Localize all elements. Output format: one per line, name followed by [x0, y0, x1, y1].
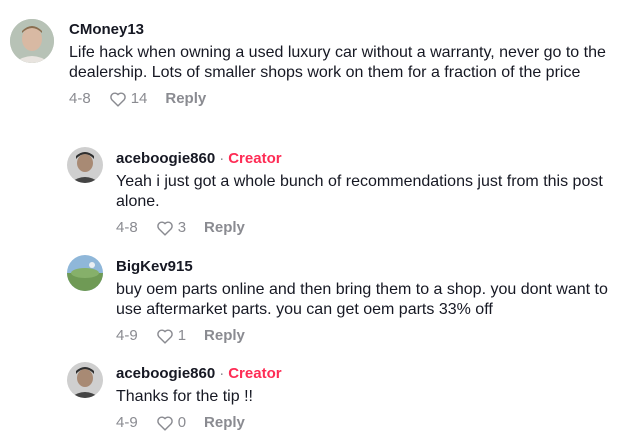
comment-meta: 4-9 0 Reply — [116, 414, 611, 431]
reply-button[interactable]: Reply — [165, 90, 206, 107]
creator-badge: Creator — [228, 365, 282, 382]
avatar[interactable] — [67, 362, 103, 398]
comment-date: 4-8 — [69, 90, 91, 107]
comment-username[interactable]: BigKev915 — [116, 258, 193, 275]
creator-badge: Creator — [228, 150, 282, 167]
like-button[interactable]: 3 — [156, 219, 186, 236]
comment-text: Thanks for the tip !! — [116, 388, 253, 405]
reply-button[interactable]: Reply — [204, 414, 245, 431]
like-button[interactable]: 14 — [109, 90, 148, 107]
avatar[interactable] — [67, 147, 103, 183]
avatar[interactable] — [10, 19, 54, 63]
heart-outline-icon — [109, 91, 126, 107]
like-button[interactable]: 0 — [156, 414, 186, 431]
avatar[interactable] — [67, 255, 103, 291]
reply-item: aceboogie860 · Creator Thanks for the tip … — [0, 355, 618, 443]
comment-date: 4-9 — [116, 414, 138, 431]
like-count: 1 — [177, 327, 187, 344]
comment-username[interactable]: CMoney13 — [69, 21, 144, 38]
reply-button[interactable]: Reply — [204, 219, 245, 236]
like-count: 14 — [130, 90, 148, 107]
reply-button[interactable]: Reply — [204, 327, 245, 344]
separator: · — [219, 365, 225, 382]
separator: · — [219, 150, 225, 167]
like-count: 0 — [177, 414, 187, 431]
comment-meta: 4-9 1 Reply — [116, 327, 611, 344]
comment-username[interactable]: aceboogie860 — [116, 365, 215, 382]
reply-item: aceboogie860 · Creator Yeah i just got a w… — [0, 140, 618, 240]
heart-outline-icon — [156, 328, 173, 344]
comment-meta: 4-8 3 Reply — [116, 219, 611, 236]
heart-outline-icon — [156, 220, 173, 236]
comment-text: Yeah i just got a whole bunch of recomme… — [116, 173, 603, 210]
comment-meta: 4-8 14 Reply — [69, 90, 609, 107]
heart-outline-icon — [156, 415, 173, 431]
reply-item: BigKev915 buy oem parts online and then … — [0, 248, 618, 348]
comment-text: buy oem parts online and then bring them… — [116, 281, 608, 318]
like-count: 3 — [177, 219, 187, 236]
comment-username[interactable]: aceboogie860 — [116, 150, 215, 167]
comment-date: 4-9 — [116, 327, 138, 344]
comment-item: CMoney13 Life hack when owning a used lu… — [0, 0, 618, 135]
like-button[interactable]: 1 — [156, 327, 186, 344]
comment-date: 4-8 — [116, 219, 138, 236]
comment-text: Life hack when owning a used luxury car … — [69, 44, 606, 81]
